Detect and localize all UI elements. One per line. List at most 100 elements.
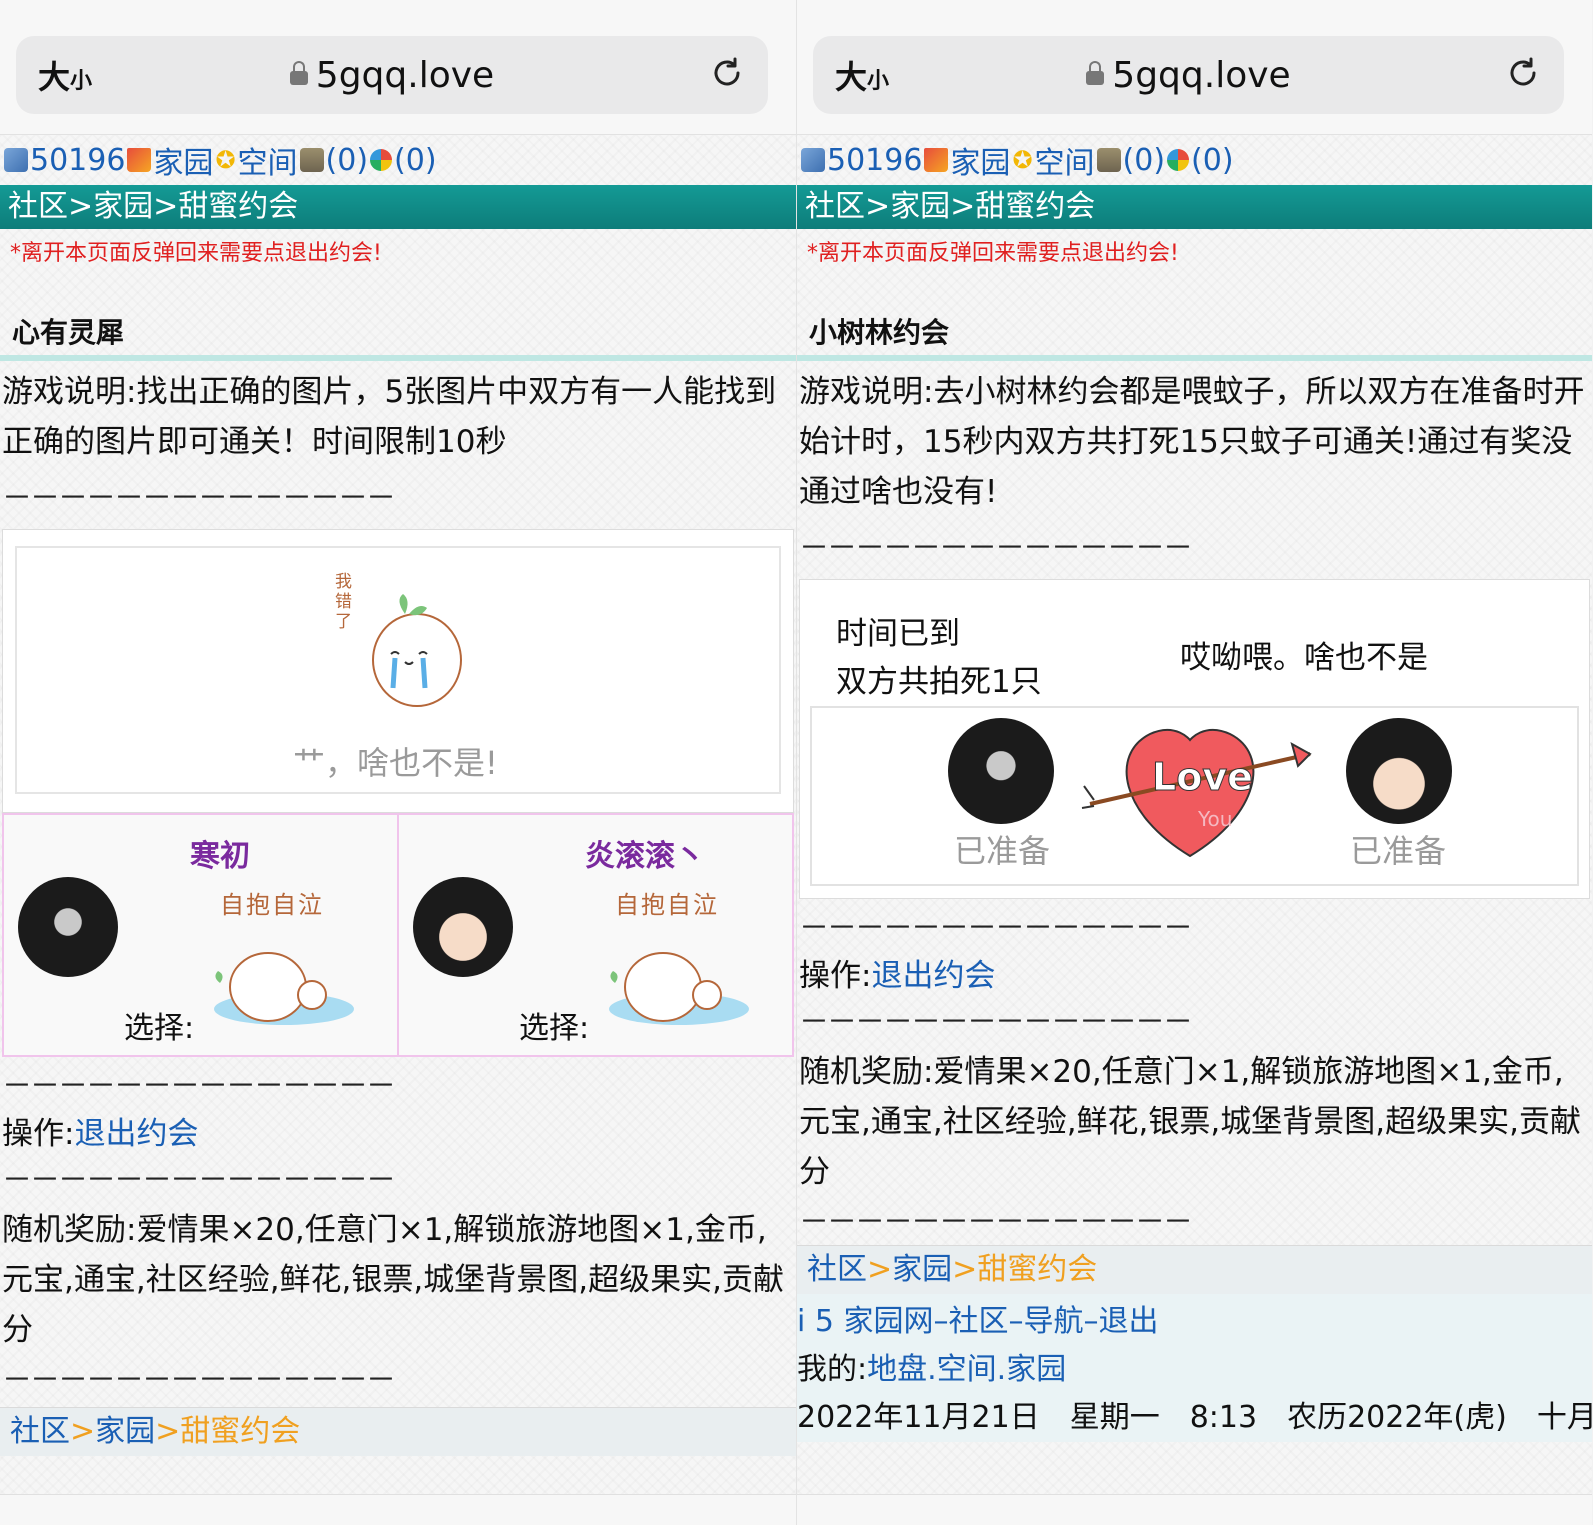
status-bar: 50196 家园 ✪ 空间 (0) (0): [0, 135, 796, 185]
space-link[interactable]: 空间: [1035, 138, 1095, 182]
home-link[interactable]: 家园: [1006, 1352, 1066, 1387]
address-bar[interactable]: 大小 5gqq.love: [16, 36, 768, 114]
result-text: 艹，啥也不是!: [293, 744, 498, 782]
crumb-separator: >: [867, 1252, 893, 1287]
sticker-caption: 自抱自泣: [220, 891, 324, 919]
operation-row: 操作:退出约会: [797, 951, 1592, 1001]
sobbing-sticker: 自抱自泣: [204, 885, 354, 1025]
player-name[interactable]: 炎滚滚丶: [585, 831, 705, 875]
warning-notice: *离开本页面反弹回来需要点退出约会!: [10, 241, 382, 266]
crumb-home-link[interactable]: 家园: [892, 1252, 952, 1287]
exit-date-link[interactable]: 退出约会: [74, 1116, 198, 1152]
ready-status: 已准备: [1350, 832, 1447, 870]
ring-count-link[interactable]: (0): [1191, 143, 1234, 178]
ready-panel: 已准备 Love You 已准备: [810, 706, 1579, 886]
game-description: 游戏说明:找出正确的图片，5张图片中双方有一人能找到正确的图片即可通关！时间限制…: [2, 374, 777, 460]
browser-toolbar: 大小 5gqq.love: [0, 0, 796, 135]
home-link[interactable]: 家园: [950, 138, 1010, 182]
dash-divider: －－－－－－－－－－－－－－: [799, 1005, 1193, 1040]
user-icon: [801, 148, 825, 172]
choice-label: 选择:: [519, 1011, 590, 1046]
logout-link[interactable]: 退出: [1099, 1304, 1159, 1339]
address-bar[interactable]: 大小 5gqq.love: [813, 36, 1564, 114]
operation-row: 操作:退出约会: [0, 1109, 796, 1159]
my-links-row: 我的:地盘.空间.家园: [797, 1346, 1592, 1394]
breadcrumb: 社区>家园>甜蜜约会: [0, 185, 796, 229]
svg-text:You: You: [1197, 807, 1232, 831]
browser-bottom-bar: [0, 1494, 796, 1525]
warning-notice: *离开本页面反弹回来需要点退出约会!: [807, 241, 1179, 266]
user-id-link[interactable]: 50196: [827, 143, 922, 178]
time-up-text: 时间已到: [836, 616, 960, 652]
star-icon: ✪: [215, 146, 236, 174]
turf-link[interactable]: 地盘: [867, 1352, 927, 1387]
user-id-link[interactable]: 50196: [30, 143, 125, 178]
sticker-caption: 我错了: [335, 572, 352, 632]
link-separator: .: [927, 1352, 937, 1387]
crumb-community-link[interactable]: 社区: [807, 1252, 867, 1287]
result-box: 我错了 艹，啥也不是!: [2, 529, 794, 813]
space-link[interactable]: 空间: [238, 138, 298, 182]
kill-count-text: 双方共拍死1只: [836, 664, 1042, 700]
reward-text: 随机奖励:爱情果×20,任意门×1,解锁旅游地图×1,金币,元宝,通宝,社区经验…: [799, 1054, 1581, 1190]
reload-icon[interactable]: [1506, 56, 1540, 90]
crying-sticker: 我错了: [335, 570, 465, 710]
browser-toolbar: 大小 5gqq.love: [797, 0, 1592, 135]
choice-label: 选择:: [124, 1011, 195, 1046]
dash-divider: －－－－－－－－－－－－－－: [2, 481, 396, 516]
exit-date-link[interactable]: 退出约会: [871, 958, 995, 994]
player-name[interactable]: 寒初: [190, 831, 250, 875]
home-link[interactable]: 家园: [153, 138, 213, 182]
crumb-separator: >: [952, 1252, 978, 1287]
love-heart-icon: Love You: [1080, 714, 1320, 864]
navigation-link[interactable]: 导航: [1024, 1304, 1084, 1339]
url-domain: 5gqq.love: [16, 55, 768, 96]
ring-icon: [1167, 149, 1190, 171]
nav-separator: –: [1008, 1304, 1024, 1339]
date-time: 2022年11月21日 星期一 8:13 农历2022年(虎) 十月: [797, 1400, 1592, 1435]
browser-bottom-bar: [797, 1494, 1592, 1525]
site-home-link[interactable]: i 5 家园网: [797, 1304, 934, 1339]
sticker-caption: 自抱自泣: [615, 891, 719, 919]
bank-icon: [1096, 148, 1121, 172]
star-icon: ✪: [1012, 146, 1033, 174]
game-title: 心有灵犀: [12, 316, 125, 349]
players-panel: 寒初 自抱自泣 选择: 炎滚滚丶 自抱自泣 选择:: [2, 813, 794, 1057]
dash-divider: －－－－－－－－－－－－－－: [799, 1205, 1193, 1240]
reload-icon[interactable]: [710, 56, 744, 90]
player-card: 炎滚滚丶 自抱自泣 选择:: [397, 815, 792, 1055]
home-icon: [127, 148, 152, 172]
footer-breadcrumb: 社区>家园>甜蜜约会: [0, 1407, 796, 1456]
left-pane: 大小 5gqq.love 50196 家园 ✪ 空间 (0) (0) 社区>家园…: [0, 0, 796, 1525]
sobbing-sticker: 自抱自泣: [599, 885, 749, 1025]
dash-divider: －－－－－－－－－－－－－－: [2, 1163, 396, 1198]
crumb-current: 甜蜜约会: [977, 1252, 1098, 1287]
result-panel: 我错了 艹，啥也不是!: [15, 546, 781, 794]
bank-count-link[interactable]: (0): [1123, 143, 1166, 178]
player-avatar[interactable]: [948, 718, 1054, 824]
nav-separator: –: [933, 1304, 949, 1339]
community-link[interactable]: 社区: [949, 1304, 1009, 1339]
player-avatar[interactable]: [18, 877, 118, 977]
lock-icon: [1086, 60, 1105, 85]
dash-divider: －－－－－－－－－－－－－－: [2, 1069, 396, 1104]
bank-icon: [299, 148, 324, 172]
footer-nav: i 5 家园网–社区–导航–退出: [797, 1298, 1592, 1346]
dash-divider: －－－－－－－－－－－－－－: [799, 531, 1193, 566]
game-description: 游戏说明:去小树林约会都是喂蚊子，所以双方在准备时开始计时，15秒内双方共打死1…: [799, 374, 1585, 510]
crumb-home-link[interactable]: 家园: [95, 1414, 155, 1449]
space-link[interactable]: 空间: [937, 1352, 997, 1387]
crumb-community-link[interactable]: 社区: [10, 1414, 70, 1449]
player-avatar[interactable]: [1346, 718, 1452, 824]
ring-count-link[interactable]: (0): [394, 143, 437, 178]
player-card: 寒初 自抱自泣 选择:: [4, 815, 397, 1055]
reward-text: 随机奖励:爱情果×20,任意门×1,解锁旅游地图×1,金币,元宝,通宝,社区经验…: [2, 1212, 784, 1348]
verdict-text: 哎呦喂。啥也不是: [1180, 640, 1428, 676]
bank-count-link[interactable]: (0): [326, 143, 369, 178]
player-avatar[interactable]: [413, 877, 513, 977]
crumb-separator: >: [155, 1414, 181, 1449]
breadcrumb: 社区>家园>甜蜜约会: [797, 185, 1592, 229]
dash-divider: －－－－－－－－－－－－－－: [2, 1363, 396, 1398]
crumb-current: 甜蜜约会: [180, 1414, 301, 1449]
game-title: 小树林约会: [809, 316, 950, 349]
